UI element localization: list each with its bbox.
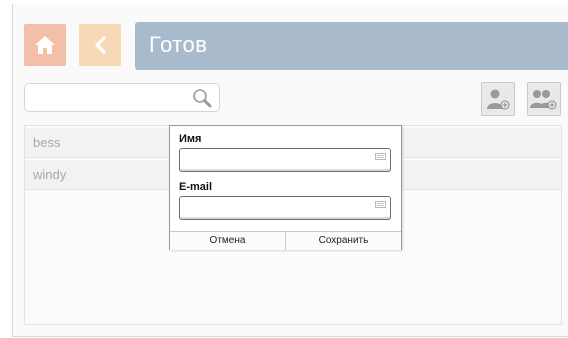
search-icon <box>193 89 212 108</box>
name-label: Имя <box>179 133 202 145</box>
add-group-icon <box>530 90 557 110</box>
name-field[interactable] <box>179 148 391 172</box>
back-button[interactable] <box>79 24 121 66</box>
list-item-label: windy <box>33 167 67 182</box>
keyboard-icon <box>375 153 386 160</box>
email-label: E-mail <box>179 181 213 193</box>
keyboard-icon <box>375 201 386 208</box>
home-button[interactable] <box>24 24 66 66</box>
chevron-left-icon <box>95 36 106 54</box>
add-group-button[interactable] <box>527 82 561 116</box>
page-title: Готов <box>149 32 208 57</box>
add-contact-dialog: Имя E-mail Отмена Сохранить <box>169 125 402 250</box>
title-bar: Готов <box>135 22 568 70</box>
cancel-button[interactable]: Отмена <box>170 232 285 250</box>
home-icon <box>35 36 55 54</box>
email-field[interactable] <box>179 196 391 220</box>
save-button[interactable]: Сохранить <box>286 232 401 250</box>
list-item-label: bess <box>33 135 61 150</box>
add-user-button[interactable] <box>481 82 515 116</box>
search-input[interactable] <box>24 83 220 112</box>
add-user-icon <box>487 89 510 110</box>
dialog-button-bar: Отмена Сохранить <box>170 231 401 250</box>
